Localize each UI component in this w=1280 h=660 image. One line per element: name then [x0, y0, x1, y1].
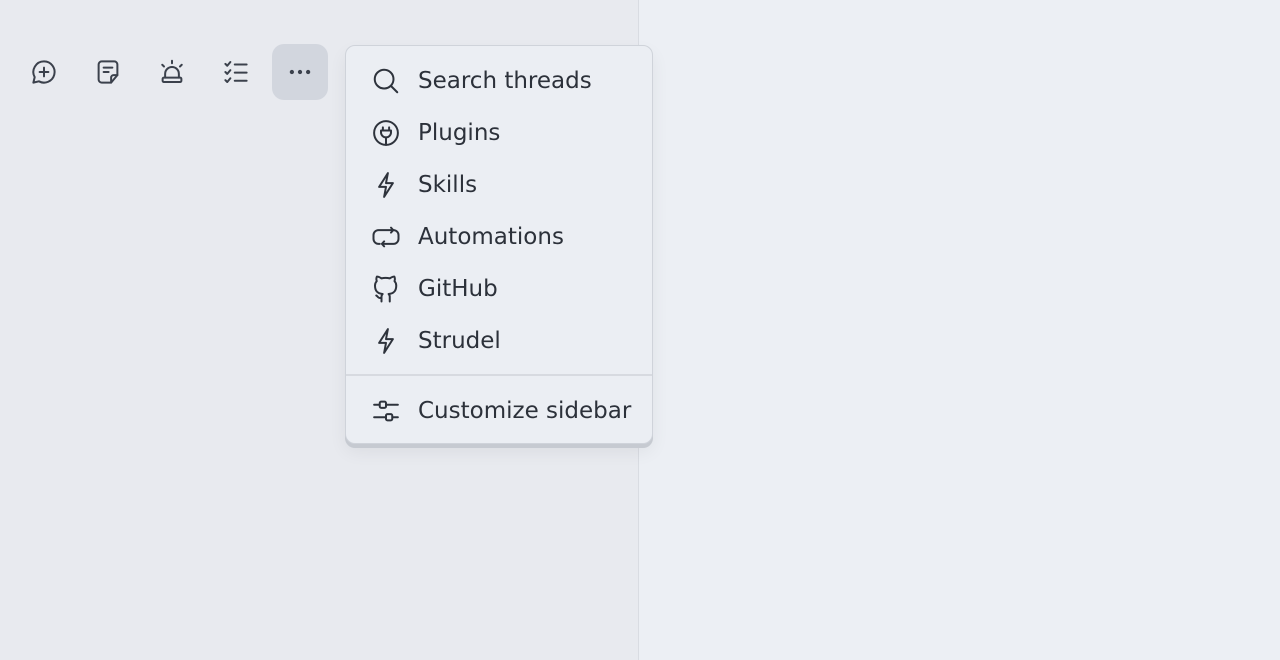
menu-item-label: Customize sidebar	[418, 397, 632, 424]
repeat-icon	[370, 221, 402, 253]
sidebar-toolbar	[16, 44, 328, 100]
tasks-button[interactable]	[208, 44, 264, 100]
more-dots-icon	[289, 69, 311, 75]
menu-item-strudel[interactable]: Strudel	[346, 315, 652, 367]
menu-item-label: GitHub	[418, 275, 498, 302]
checklist-icon	[224, 61, 248, 83]
bolt-icon	[370, 169, 402, 201]
github-icon	[370, 273, 402, 305]
notes-button[interactable]	[80, 44, 136, 100]
menu-item-skills[interactable]: Skills	[346, 159, 652, 211]
menu-item-label: Search threads	[418, 67, 592, 94]
alarm-icon	[161, 59, 183, 83]
plug-icon	[370, 117, 402, 149]
main-pane	[639, 0, 1280, 660]
menu-item-label: Automations	[418, 223, 564, 250]
note-icon	[97, 60, 119, 84]
menu-item-automations[interactable]: Automations	[346, 211, 652, 263]
menu-item-plugins[interactable]: Plugins	[346, 107, 652, 159]
app-window: Search threads Plugins Skills Automation…	[0, 0, 1280, 660]
more-menu: Search threads Plugins Skills Automation…	[345, 45, 653, 444]
menu-item-label: Strudel	[418, 327, 501, 354]
menu-item-search-threads[interactable]: Search threads	[346, 55, 652, 107]
alerts-button[interactable]	[144, 44, 200, 100]
menu-divider	[346, 374, 652, 376]
chat-plus-icon	[32, 60, 56, 84]
sliders-icon	[370, 395, 402, 427]
more-button[interactable]	[272, 44, 328, 100]
menu-item-label: Skills	[418, 171, 478, 198]
bolt-icon	[370, 325, 402, 357]
menu-item-customize-sidebar[interactable]: Customize sidebar	[346, 385, 652, 437]
menu-item-label: Plugins	[418, 119, 501, 146]
search-icon	[370, 65, 402, 97]
new-chat-button[interactable]	[16, 44, 72, 100]
menu-item-github[interactable]: GitHub	[346, 263, 652, 315]
